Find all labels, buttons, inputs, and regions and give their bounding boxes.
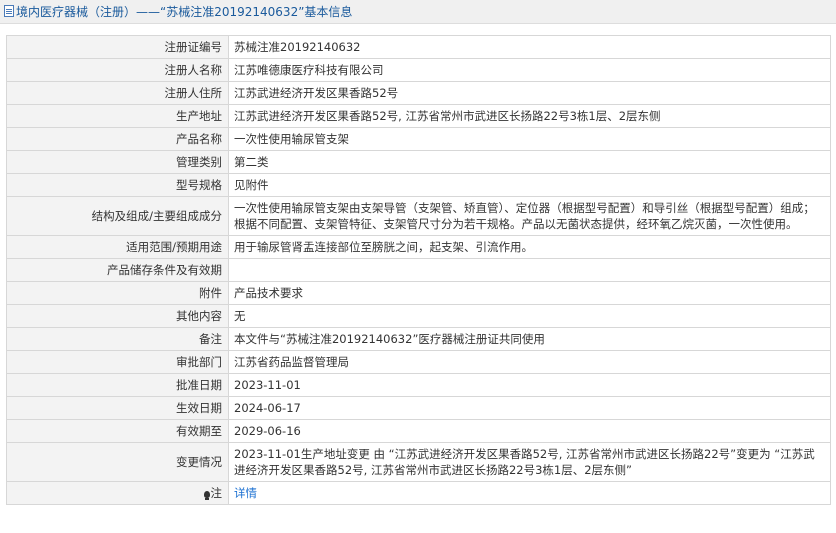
row-label: 产品名称 — [6, 127, 229, 151]
details-link[interactable]: 详情 — [234, 486, 257, 500]
note-row: 注 详情 — [6, 481, 831, 505]
row-label: 产品储存条件及有效期 — [6, 258, 229, 282]
row-label: 型号规格 — [6, 173, 229, 197]
table-row: 型号规格 见附件 — [6, 173, 831, 197]
note-label: 注 — [210, 486, 223, 500]
row-value: 一次性使用输尿管支架由支架导管（支架管、矫直管）、定位器（根据型号配置）和导引丝… — [228, 196, 831, 236]
table-row: 产品储存条件及有效期 — [6, 258, 831, 282]
table-row: 附件 产品技术要求 — [6, 281, 831, 305]
table-row: 批准日期 2023-11-01 — [6, 373, 831, 397]
note-label-cell: 注 — [6, 481, 229, 505]
row-value: 2024-06-17 — [228, 396, 831, 420]
table-row: 管理类别 第二类 — [6, 150, 831, 174]
row-value: 2029-06-16 — [228, 419, 831, 443]
row-label: 审批部门 — [6, 350, 229, 374]
bulb-icon — [203, 491, 210, 500]
row-value: 江苏唯德康医疗科技有限公司 — [228, 58, 831, 82]
row-value: 本文件与“苏械注准20192140632”医疗器械注册证共同使用 — [228, 327, 831, 351]
row-value: 用于输尿管肾盂连接部位至膀胱之间，起支架、引流作用。 — [228, 235, 831, 259]
row-value: 一次性使用输尿管支架 — [228, 127, 831, 151]
table-row: 备注 本文件与“苏械注准20192140632”医疗器械注册证共同使用 — [6, 327, 831, 351]
row-value: 第二类 — [228, 150, 831, 174]
row-label: 管理类别 — [6, 150, 229, 174]
row-label: 批准日期 — [6, 373, 229, 397]
row-label: 结构及组成/主要组成成分 — [6, 196, 229, 236]
row-label: 生效日期 — [6, 396, 229, 420]
table-row: 生效日期 2024-06-17 — [6, 396, 831, 420]
row-value: 无 — [228, 304, 831, 328]
row-value: 江苏武进经济开发区果香路52号 — [228, 81, 831, 105]
detail-content: 注册证编号 苏械注准20192140632 注册人名称 江苏唯德康医疗科技有限公… — [6, 35, 831, 505]
row-label: 其他内容 — [6, 304, 229, 328]
row-value — [228, 258, 831, 282]
row-value: 2023-11-01 — [228, 373, 831, 397]
table-row: 产品名称 一次性使用输尿管支架 — [6, 127, 831, 151]
table-row: 其他内容 无 — [6, 304, 831, 328]
table-row: 有效期至 2029-06-16 — [6, 419, 831, 443]
device-info-table: 注册证编号 苏械注准20192140632 注册人名称 江苏唯德康医疗科技有限公… — [6, 35, 831, 505]
table-row: 审批部门 江苏省药品监督管理局 — [6, 350, 831, 374]
row-value: 2023-11-01生产地址变更 由 “江苏武进经济开发区果香路52号, 江苏省… — [228, 442, 831, 482]
row-label: 注册证编号 — [6, 35, 229, 59]
row-label: 附件 — [6, 281, 229, 305]
table-row: 生产地址 江苏武进经济开发区果香路52号, 江苏省常州市武进区长扬路22号3栋1… — [6, 104, 831, 128]
table-row: 注册人名称 江苏唯德康医疗科技有限公司 — [6, 58, 831, 82]
page-title-bar: 境内医疗器械（注册）——“苏械注准20192140632”基本信息 — [0, 0, 836, 24]
row-label: 适用范围/预期用途 — [6, 235, 229, 259]
row-label: 注册人住所 — [6, 81, 229, 105]
note-value-cell: 详情 — [228, 481, 831, 505]
row-label: 注册人名称 — [6, 58, 229, 82]
row-label: 有效期至 — [6, 419, 229, 443]
table-row: 变更情况 2023-11-01生产地址变更 由 “江苏武进经济开发区果香路52号… — [6, 442, 831, 482]
row-value: 见附件 — [228, 173, 831, 197]
row-value: 产品技术要求 — [228, 281, 831, 305]
page-title: 境内医疗器械（注册）——“苏械注准20192140632”基本信息 — [16, 5, 353, 19]
row-label: 备注 — [6, 327, 229, 351]
row-label: 变更情况 — [6, 442, 229, 482]
table-row: 适用范围/预期用途 用于输尿管肾盂连接部位至膀胱之间，起支架、引流作用。 — [6, 235, 831, 259]
row-value: 江苏武进经济开发区果香路52号, 江苏省常州市武进区长扬路22号3栋1层、2层东… — [228, 104, 831, 128]
table-row: 注册人住所 江苏武进经济开发区果香路52号 — [6, 81, 831, 105]
table-row: 结构及组成/主要组成成分 一次性使用输尿管支架由支架导管（支架管、矫直管）、定位… — [6, 196, 831, 236]
row-value: 苏械注准20192140632 — [228, 35, 831, 59]
table-row: 注册证编号 苏械注准20192140632 — [6, 35, 831, 59]
document-icon — [4, 5, 14, 17]
row-label: 生产地址 — [6, 104, 229, 128]
row-value: 江苏省药品监督管理局 — [228, 350, 831, 374]
